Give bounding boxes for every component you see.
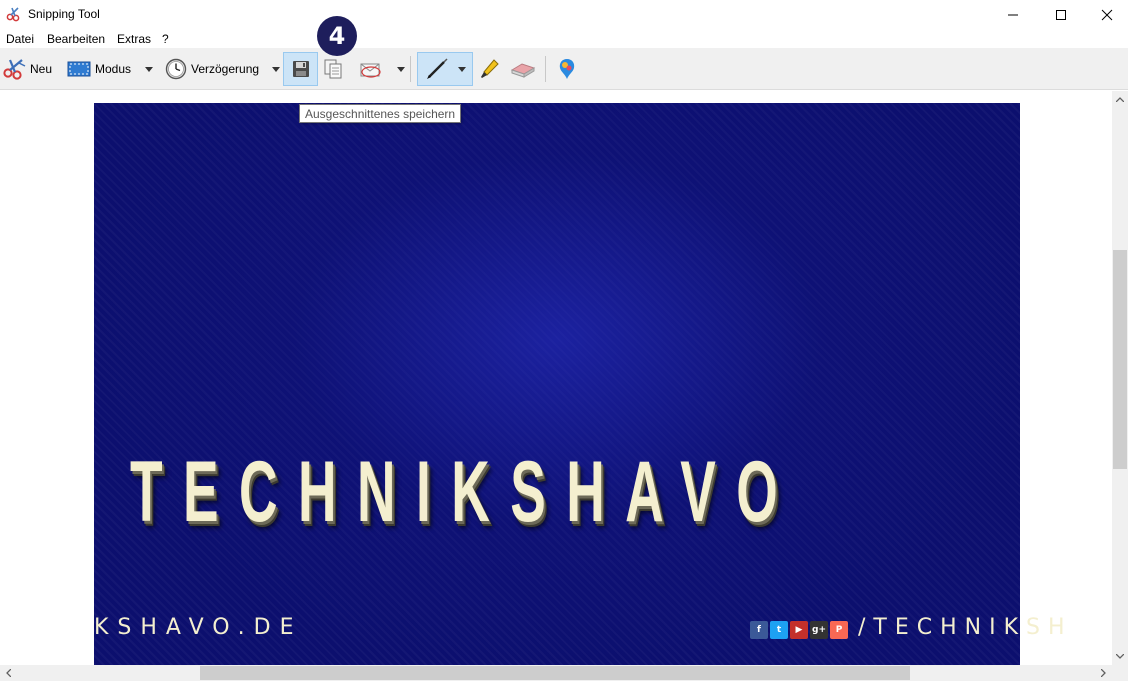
horizontal-scrollbar[interactable] <box>0 665 1112 681</box>
pen-icon <box>427 58 448 79</box>
copy-button[interactable] <box>322 52 344 86</box>
snip-footer-left: KSHAVO.DE <box>94 615 303 640</box>
snip-headline: TECHNIKSHAVO <box>130 444 799 540</box>
menu-datei[interactable]: Datei <box>6 32 34 46</box>
delay-dropdown-arrow[interactable] <box>270 52 282 86</box>
chevron-left-icon <box>6 669 11 677</box>
snip-canvas-area: TECHNIKSHAVO KSHAVO.DE f t ▶ g+ P /TECHN… <box>0 91 1112 665</box>
chevron-right-icon <box>1101 669 1106 677</box>
horizontal-scroll-thumb[interactable] <box>200 666 910 680</box>
paint3d-button[interactable] <box>555 52 579 86</box>
save-snip-button[interactable] <box>283 52 318 86</box>
scrollbar-corner <box>1112 665 1128 681</box>
mode-dropdown-arrow[interactable] <box>143 52 155 86</box>
menu-help[interactable]: ? <box>162 32 169 46</box>
clock-icon <box>165 58 187 80</box>
youtube-icon: ▶ <box>790 621 808 639</box>
vertical-scrollbar[interactable] <box>1112 91 1128 665</box>
scroll-down-button[interactable] <box>1112 648 1128 665</box>
send-dropdown-arrow[interactable] <box>395 52 407 86</box>
eraser-icon <box>510 63 536 78</box>
window-title: Snipping Tool <box>28 7 100 21</box>
mode-button[interactable]: Modus <box>67 52 131 86</box>
google-plus-icon: g+ <box>810 621 828 639</box>
snip-footer-right: /TECHNIKSH <box>858 615 1073 640</box>
mode-rect-icon <box>67 61 91 77</box>
toolbar: Neu Modus Verzögerung <box>0 48 1128 90</box>
chevron-down-icon <box>145 66 153 72</box>
chevron-up-icon <box>1116 97 1124 102</box>
paint3d-icon <box>559 59 575 79</box>
maximize-button[interactable] <box>1038 0 1084 30</box>
toolbar-separator <box>545 56 546 82</box>
facebook-icon: f <box>750 621 768 639</box>
menu-extras[interactable]: Extras <box>117 32 151 46</box>
social-icons: f t ▶ g+ P <box>750 621 848 639</box>
eraser-button[interactable] <box>509 52 537 86</box>
highlighter-button[interactable] <box>477 52 501 86</box>
chevron-down-icon <box>397 66 405 72</box>
send-mail-icon <box>360 63 381 78</box>
vertical-scroll-thumb[interactable] <box>1113 250 1127 469</box>
snip-image: TECHNIKSHAVO KSHAVO.DE f t ▶ g+ P /TECHN… <box>94 103 1065 665</box>
patreon-icon: P <box>830 621 848 639</box>
chevron-down-icon <box>458 66 466 72</box>
chevron-down-icon <box>1116 654 1124 659</box>
pen-tool-button[interactable] <box>417 52 473 86</box>
scroll-right-button[interactable] <box>1095 665 1112 681</box>
step-number-badge: 4 <box>317 16 357 56</box>
delay-button[interactable]: Verzögerung <box>165 52 259 86</box>
snipping-tool-window: Snipping Tool Datei Bearbeiten Extras ? … <box>0 0 1128 681</box>
menu-bearbeiten[interactable]: Bearbeiten <box>47 32 105 46</box>
copy-icon <box>324 59 342 79</box>
chevron-down-icon <box>272 66 280 72</box>
close-button[interactable] <box>1084 0 1128 30</box>
new-snip-button[interactable]: Neu <box>2 52 52 86</box>
delay-label: Verzögerung <box>191 62 260 76</box>
close-icon <box>1101 9 1113 21</box>
mode-label: Modus <box>95 62 132 76</box>
send-snip-button[interactable] <box>358 52 384 86</box>
toolbar-separator <box>410 56 411 82</box>
save-tooltip: Ausgeschnittenes speichern <box>299 104 462 123</box>
minimize-button[interactable] <box>990 0 1036 30</box>
menu-bar: Datei Bearbeiten Extras ? <box>0 30 1128 48</box>
scissors-app-icon <box>6 6 22 22</box>
new-label: Neu <box>30 62 53 76</box>
scroll-up-button[interactable] <box>1112 91 1128 108</box>
minimize-icon <box>1008 14 1018 16</box>
twitter-icon: t <box>770 621 788 639</box>
highlighter-icon <box>481 59 499 78</box>
maximize-icon <box>1056 10 1066 20</box>
title-bar: Snipping Tool <box>0 0 1128 30</box>
save-disk-icon <box>292 61 309 77</box>
scissors-icon <box>3 59 26 80</box>
scroll-left-button[interactable] <box>0 665 17 681</box>
